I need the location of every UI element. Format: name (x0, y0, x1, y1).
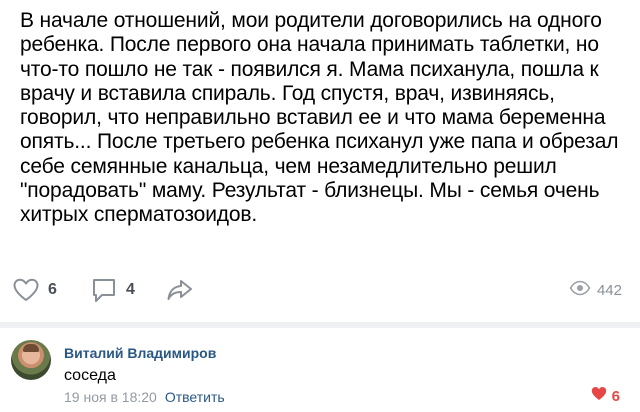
post-text-line: врачу и вставила спираль. Год спустя, вр… (20, 81, 555, 105)
post-text-line: ребенка. После первого она начала приним… (20, 33, 599, 57)
share-arrow-icon (166, 277, 194, 303)
comment-date[interactable]: 19 ноя в 18:20 (64, 389, 157, 405)
post-actions: 6 4 442 (0, 272, 640, 308)
views: 442 (569, 272, 622, 308)
post-text-line: себе семянные канальца, чем незамедлител… (20, 154, 557, 178)
post-text-line: говорил, что неправильно вставил ее и чт… (20, 106, 606, 130)
heart-filled-icon (591, 386, 607, 406)
share-button[interactable] (166, 272, 194, 308)
post-text-line: В начале отношений, мои родители договор… (20, 9, 602, 32)
views-count: 442 (596, 281, 622, 299)
likes-count: 6 (48, 281, 57, 298)
comment-like-button[interactable]: 6 (591, 386, 620, 406)
comment-button[interactable]: 4 (90, 272, 135, 308)
heart-outline-icon (12, 277, 40, 303)
comment-meta: 19 ноя в 18:20 Ответить (64, 389, 225, 405)
reply-link[interactable]: Ответить (165, 389, 225, 405)
post-text: В начале отношений, мои родители договор… (20, 9, 632, 228)
avatar[interactable] (11, 340, 51, 380)
comment-likes-count: 6 (611, 387, 620, 405)
speech-bubble-icon (90, 276, 118, 304)
post-text-line: хитрых сперматозоидов. (20, 203, 258, 227)
comment: Виталий Владимиров соседа 19 ноя в 18:20… (0, 328, 640, 412)
eye-icon (569, 280, 591, 301)
post-text-line: опять... После третьего ребенка психанул… (20, 130, 619, 154)
post-text-line: что-то пошло не так - появился я. Мама п… (20, 57, 599, 81)
like-button[interactable]: 6 (12, 272, 57, 308)
comments-count: 4 (126, 281, 135, 298)
post: В начале отношений, мои родители договор… (0, 0, 640, 322)
post-text-line: "порадовать" маму. Результат - близнецы.… (20, 179, 600, 203)
comment-author[interactable]: Виталий Владимиров (64, 345, 216, 361)
comment-text: соседа (64, 367, 116, 384)
